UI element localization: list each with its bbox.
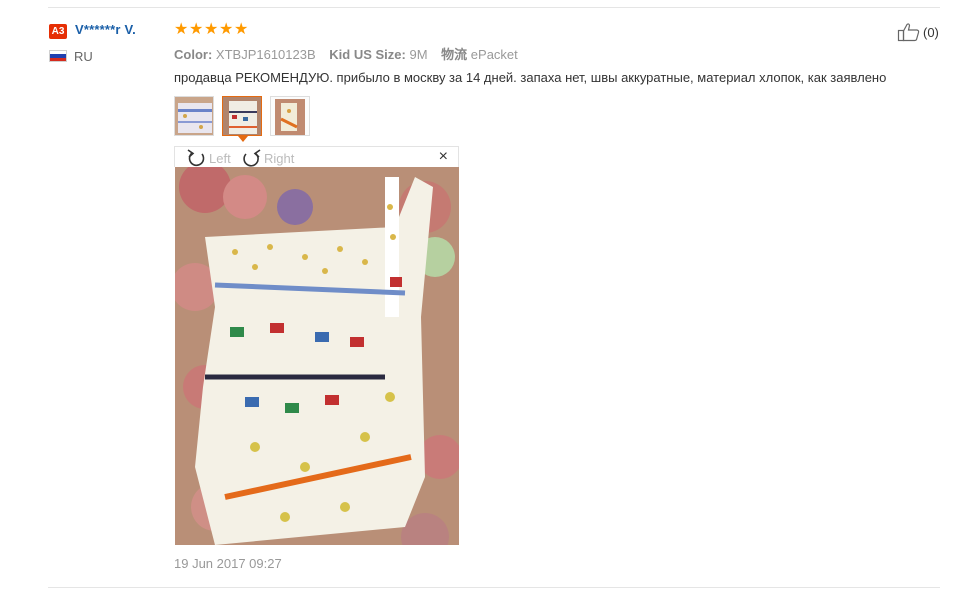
flag-stripe-red bbox=[50, 57, 66, 61]
property-label-shipping: 物流 bbox=[441, 47, 468, 62]
buyer-level-badge: A3 bbox=[49, 24, 67, 39]
rotate-left-label: Left bbox=[209, 150, 231, 166]
rotate-right-label: Right bbox=[264, 150, 295, 166]
bottom-divider bbox=[48, 587, 940, 588]
review-photo-thumbnail-selected[interactable] bbox=[222, 96, 262, 136]
close-viewer-button[interactable]: × bbox=[439, 148, 448, 166]
review-text: продавца РЕКОМЕНДУЮ. прибыло в москву за… bbox=[174, 70, 887, 85]
property-label-size: Kid US Size: bbox=[329, 47, 406, 62]
country-flag-icon bbox=[49, 50, 67, 62]
property-label-color: Color: bbox=[174, 47, 213, 62]
rotate-right-button[interactable]: Right bbox=[241, 149, 294, 167]
review-photo-large bbox=[175, 167, 459, 545]
review-date: 19 Jun 2017 09:27 bbox=[174, 556, 282, 571]
star-icon: ★ bbox=[234, 21, 249, 38]
thumbnail-image-3 bbox=[271, 97, 309, 135]
star-rating: ★ ★ ★ ★ ★ bbox=[174, 21, 249, 39]
thumbs-up-icon bbox=[897, 23, 920, 42]
baby-clothes-photo bbox=[175, 167, 459, 545]
star-icon: ★ bbox=[219, 21, 234, 38]
property-value-color: XTBJP1610123B bbox=[215, 47, 316, 62]
property-value-size: 9M bbox=[409, 47, 428, 62]
helpful-button[interactable]: (0) bbox=[897, 22, 939, 42]
review-photo-thumbnail[interactable] bbox=[174, 96, 214, 136]
rotate-left-icon bbox=[187, 149, 205, 167]
rotate-right-icon bbox=[243, 149, 261, 167]
star-icon: ★ bbox=[189, 21, 204, 38]
selected-thumbnail-arrow bbox=[238, 136, 248, 142]
star-icon: ★ bbox=[204, 21, 219, 38]
reviewer-country: RU bbox=[74, 49, 93, 64]
top-divider bbox=[48, 7, 940, 8]
helpful-count: (0) bbox=[923, 24, 939, 40]
star-icon: ★ bbox=[174, 21, 189, 38]
rotate-left-button[interactable]: Left bbox=[186, 149, 231, 167]
image-viewer-toolbar: Left Right × bbox=[174, 146, 459, 167]
reviewer-name-link[interactable]: V******r V. bbox=[75, 22, 136, 37]
thumbnail-image-2 bbox=[223, 97, 261, 135]
property-value-shipping: ePacket bbox=[470, 47, 518, 62]
review-photo-thumbnail[interactable] bbox=[270, 96, 310, 136]
order-properties: Color: XTBJP1610123B Kid US Size: 9M 物流 … bbox=[174, 44, 528, 63]
thumbnail-image-1 bbox=[175, 97, 213, 135]
